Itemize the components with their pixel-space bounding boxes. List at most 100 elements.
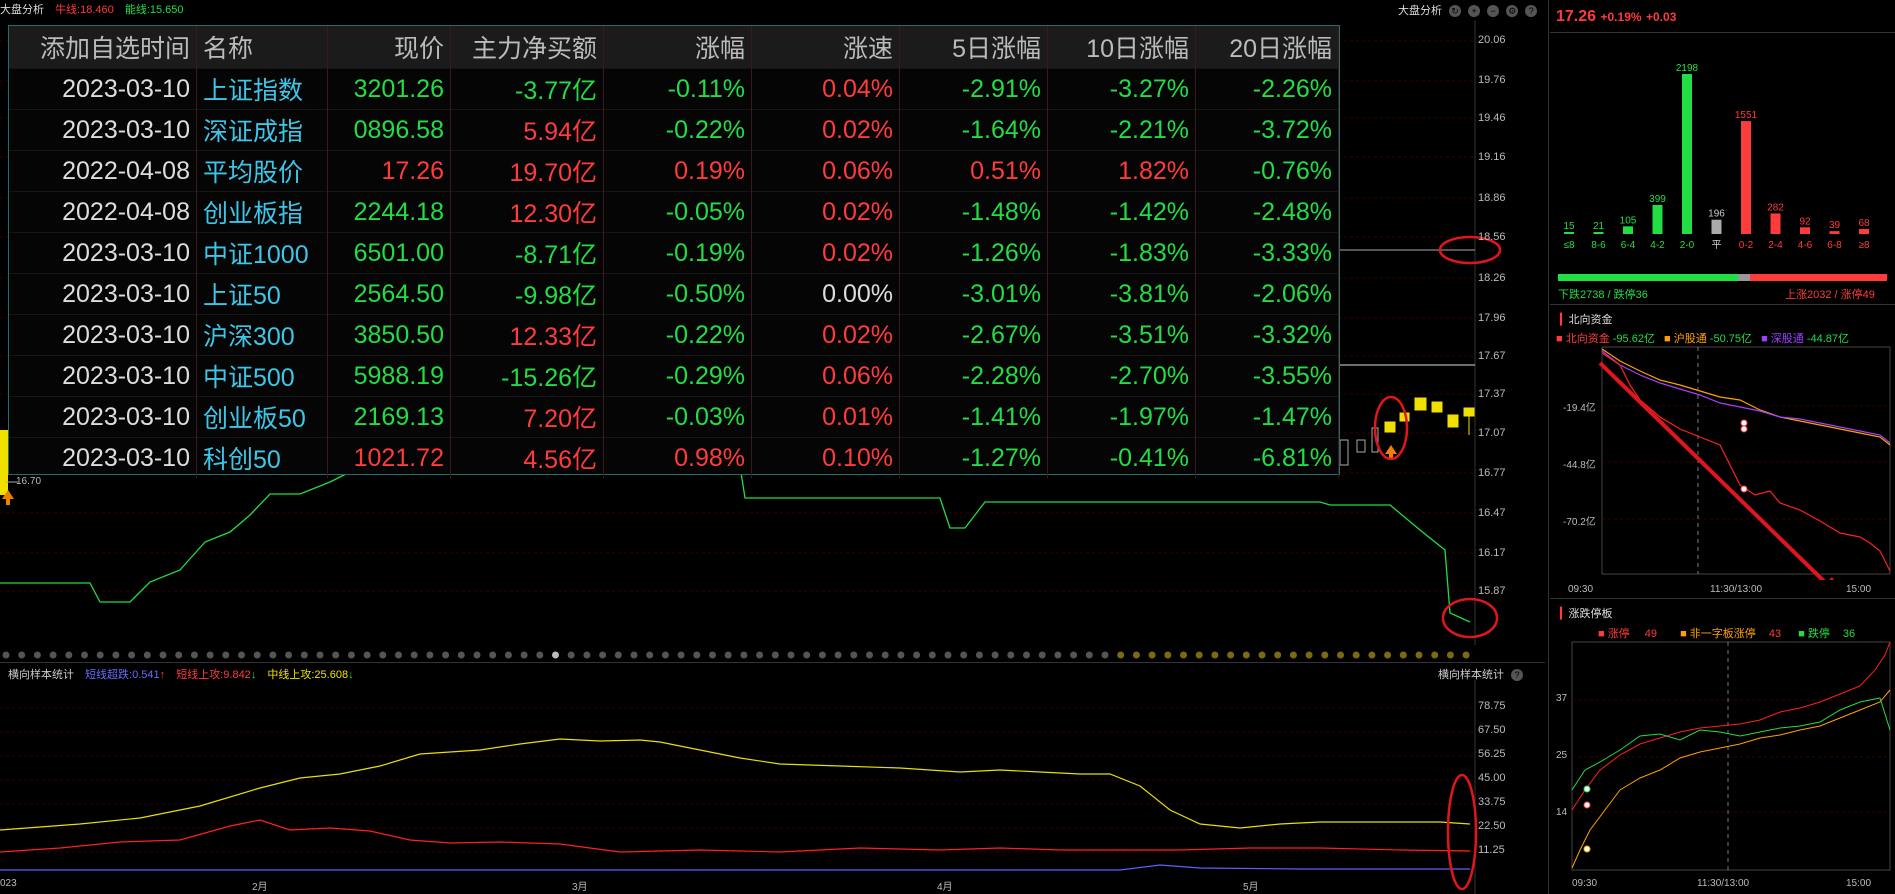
table-row[interactable]: 2022-04-08 平均股价 17.26 19.70亿 0.19% 0.06% 0.51%… bbox=[9, 150, 1339, 192]
scroll-dot[interactable] bbox=[379, 651, 387, 659]
scroll-dot[interactable] bbox=[614, 651, 622, 659]
scroll-dot[interactable] bbox=[128, 651, 136, 659]
scroll-dot[interactable] bbox=[81, 651, 88, 659]
scroll-dot[interactable] bbox=[1462, 651, 1470, 659]
scroll-dot[interactable] bbox=[316, 651, 324, 659]
col-header-5d[interactable]: 5日涨幅 bbox=[899, 26, 1048, 69]
scroll-dot[interactable] bbox=[190, 651, 198, 659]
scroll-dot[interactable] bbox=[1305, 651, 1313, 659]
scroll-dot[interactable] bbox=[363, 651, 371, 659]
table-row[interactable]: 2022-04-08 创业板指 2244.18 12.30亿 -0.05% 0.02% -1… bbox=[9, 191, 1339, 233]
table-row[interactable]: 2023-03-10 中证1000 6501.00 -8.71亿 -0.19% 0.02%… bbox=[9, 232, 1339, 274]
scroll-dot[interactable] bbox=[1274, 651, 1282, 659]
scroll-dot[interactable] bbox=[96, 651, 104, 659]
scroll-dot[interactable] bbox=[661, 651, 669, 659]
scroll-dot[interactable] bbox=[473, 651, 481, 659]
scroll-dot[interactable] bbox=[834, 651, 842, 659]
scroll-dot[interactable] bbox=[913, 651, 921, 659]
scroll-dot[interactable] bbox=[1054, 651, 1062, 659]
scroll-dot[interactable] bbox=[457, 651, 465, 659]
scroll-dot[interactable] bbox=[1038, 651, 1046, 659]
minimize-icon[interactable]: − bbox=[1487, 5, 1500, 17]
scroll-dot[interactable] bbox=[740, 651, 748, 659]
scroll-dot[interactable] bbox=[709, 651, 716, 659]
scroll-dot[interactable] bbox=[1446, 651, 1454, 659]
scroll-dot[interactable] bbox=[897, 651, 905, 659]
scroll-dot[interactable] bbox=[1431, 651, 1439, 659]
help-icon[interactable]: ? bbox=[1525, 5, 1538, 17]
scroll-dot[interactable] bbox=[881, 651, 889, 659]
add-icon[interactable]: + bbox=[1468, 5, 1481, 17]
table-row[interactable]: 2023-03-10 沪深300 3850.50 12.33亿 -0.22% 0.02% -… bbox=[9, 314, 1339, 356]
scroll-dot[interactable] bbox=[787, 651, 795, 659]
scroll-dot[interactable] bbox=[1101, 651, 1109, 659]
scroll-dot[interactable] bbox=[803, 651, 811, 659]
scroll-dot[interactable] bbox=[677, 651, 685, 659]
col-header-name[interactable]: 名称 bbox=[196, 26, 328, 69]
scroll-dot[interactable] bbox=[599, 651, 607, 659]
scroll-dot[interactable] bbox=[818, 651, 826, 659]
scroll-dot[interactable] bbox=[1352, 651, 1360, 659]
scroll-dot[interactable] bbox=[756, 651, 764, 659]
scroll-dot[interactable] bbox=[536, 651, 544, 659]
scroll-dot[interactable] bbox=[112, 651, 120, 659]
scroll-dot[interactable] bbox=[65, 651, 73, 659]
scroll-dot[interactable] bbox=[771, 651, 779, 659]
scroll-dot[interactable] bbox=[567, 651, 575, 659]
scroll-dot[interactable] bbox=[850, 651, 858, 659]
scroll-dot[interactable] bbox=[332, 651, 340, 659]
scroll-dot[interactable] bbox=[253, 651, 261, 659]
scroll-dot[interactable] bbox=[269, 651, 277, 659]
scroll-dot[interactable] bbox=[49, 651, 57, 659]
scroll-dot[interactable] bbox=[1242, 651, 1250, 659]
scroll-dot[interactable] bbox=[300, 651, 308, 659]
scroll-dots[interactable] bbox=[0, 648, 1545, 662]
scroll-dot[interactable] bbox=[285, 651, 293, 659]
scroll-dot[interactable] bbox=[975, 651, 983, 659]
scroll-dot[interactable] bbox=[1132, 651, 1140, 659]
scroll-dot[interactable] bbox=[442, 651, 450, 659]
scroll-dot[interactable] bbox=[693, 651, 701, 659]
scroll-dot[interactable] bbox=[583, 651, 591, 659]
scroll-dot[interactable] bbox=[866, 651, 873, 659]
scroll-dot[interactable] bbox=[159, 651, 167, 659]
scroll-dot[interactable] bbox=[960, 651, 968, 659]
scroll-dot[interactable] bbox=[33, 651, 41, 659]
scroll-dot[interactable] bbox=[1415, 651, 1423, 659]
scroll-dot[interactable] bbox=[18, 651, 26, 659]
col-header-change[interactable]: 涨幅 bbox=[603, 26, 752, 69]
scroll-dot[interactable] bbox=[646, 651, 654, 659]
scroll-dot[interactable] bbox=[724, 651, 732, 659]
table-row[interactable]: 2023-03-10 深证成指 0896.58 5.94亿 -0.22% 0.02% -1.… bbox=[9, 109, 1339, 151]
table-row[interactable]: 2023-03-10 科创50 1021.72 4.56亿 0.98% 0.10% -1.2… bbox=[9, 437, 1339, 478]
scroll-dot[interactable] bbox=[1368, 651, 1376, 659]
scroll-dot[interactable] bbox=[175, 651, 183, 659]
scroll-dot[interactable] bbox=[630, 651, 638, 659]
col-header-added-time[interactable]: 添加自选时间 bbox=[9, 26, 197, 69]
table-row[interactable]: 2023-03-10 上证50 2564.50 -9.98亿 -0.50% 0.00% -3… bbox=[9, 273, 1339, 315]
scroll-dot[interactable] bbox=[426, 651, 434, 659]
col-header-price[interactable]: 现价 bbox=[327, 26, 451, 69]
scroll-dot[interactable] bbox=[1384, 651, 1392, 659]
scroll-dot[interactable] bbox=[520, 651, 528, 659]
scroll-dot[interactable] bbox=[944, 651, 952, 659]
settings-icon[interactable]: ⚙ bbox=[1506, 5, 1519, 17]
scroll-dot[interactable] bbox=[1007, 651, 1015, 659]
refresh-icon[interactable]: ↻ bbox=[1449, 5, 1462, 17]
scroll-dot[interactable] bbox=[1164, 651, 1172, 659]
scroll-dot[interactable] bbox=[1023, 651, 1030, 659]
scroll-dot[interactable] bbox=[1337, 651, 1344, 659]
scroll-dot[interactable] bbox=[410, 651, 418, 659]
scroll-dot[interactable] bbox=[489, 651, 497, 659]
col-header-20d[interactable]: 20日涨幅 bbox=[1195, 26, 1339, 69]
scroll-dot[interactable] bbox=[1258, 651, 1266, 659]
scroll-dot[interactable] bbox=[395, 651, 402, 659]
scroll-dot[interactable] bbox=[1148, 651, 1156, 659]
scroll-dot[interactable] bbox=[1180, 651, 1187, 659]
table-row[interactable]: 2023-03-10 创业板50 2169.13 7.20亿 -0.03% 0.01% -1… bbox=[9, 396, 1339, 438]
scroll-dot[interactable] bbox=[1399, 651, 1407, 659]
scroll-dot[interactable] bbox=[347, 651, 355, 659]
scroll-dot[interactable] bbox=[1289, 651, 1297, 659]
scroll-dot[interactable] bbox=[1070, 651, 1078, 659]
scroll-dot[interactable] bbox=[1227, 651, 1235, 659]
